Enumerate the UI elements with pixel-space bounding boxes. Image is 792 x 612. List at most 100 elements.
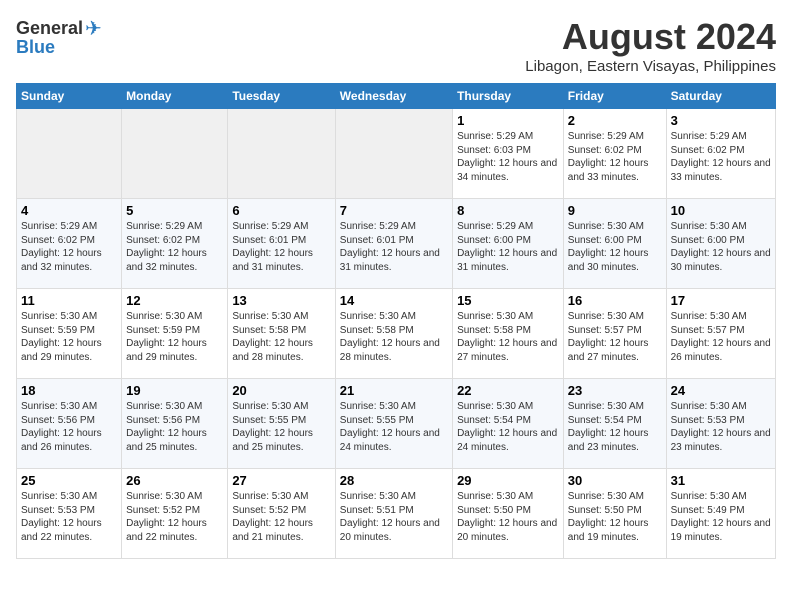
day-number: 9 xyxy=(568,203,662,218)
day-details: Sunrise: 5:30 AMSunset: 5:50 PMDaylight:… xyxy=(457,490,559,544)
day-number: 4 xyxy=(21,203,117,218)
day-details: Sunrise: 5:29 AMSunset: 6:00 PMDaylight:… xyxy=(457,220,559,274)
day-number: 26 xyxy=(126,473,223,488)
day-details: Sunrise: 5:29 AMSunset: 6:02 PMDaylight:… xyxy=(568,130,662,184)
calendar-cell: 16 Sunrise: 5:30 AMSunset: 5:57 PMDayligh… xyxy=(563,289,666,379)
calendar-table: SundayMondayTuesdayWednesdayThursdayFrid… xyxy=(16,83,776,559)
day-details: Sunrise: 5:30 AMSunset: 5:58 PMDaylight:… xyxy=(340,310,448,364)
day-number: 24 xyxy=(671,383,771,398)
calendar-week: 18 Sunrise: 5:30 AMSunset: 5:56 PMDayligh… xyxy=(17,379,776,469)
header-day: Sunday xyxy=(17,84,122,109)
calendar-cell xyxy=(17,109,122,199)
day-number: 3 xyxy=(671,113,771,128)
calendar-cell: 24 Sunrise: 5:30 AMSunset: 5:53 PMDayligh… xyxy=(666,379,775,469)
calendar-cell xyxy=(122,109,228,199)
calendar-cell: 11 Sunrise: 5:30 AMSunset: 5:59 PMDayligh… xyxy=(17,289,122,379)
day-details: Sunrise: 5:30 AMSunset: 5:54 PMDaylight:… xyxy=(457,400,559,454)
header: General ✈ Blue August 2024 Libagon, East… xyxy=(16,16,776,75)
day-details: Sunrise: 5:30 AMSunset: 5:58 PMDaylight:… xyxy=(232,310,330,364)
day-details: Sunrise: 5:30 AMSunset: 5:55 PMDaylight:… xyxy=(232,400,330,454)
calendar-cell: 9 Sunrise: 5:30 AMSunset: 6:00 PMDaylight… xyxy=(563,199,666,289)
day-details: Sunrise: 5:29 AMSunset: 6:02 PMDaylight:… xyxy=(21,220,117,274)
calendar-cell: 27Sunrise: 5:30 AMSunset: 5:52 PMDayligh… xyxy=(228,469,335,559)
header-day: Wednesday xyxy=(335,84,452,109)
calendar-cell: 3Sunrise: 5:29 AMSunset: 6:02 PMDaylight… xyxy=(666,109,775,199)
day-details: Sunrise: 5:30 AMSunset: 5:53 PMDaylight:… xyxy=(671,400,771,454)
day-number: 19 xyxy=(126,383,223,398)
calendar-cell: 4 Sunrise: 5:29 AMSunset: 6:02 PMDaylight… xyxy=(17,199,122,289)
calendar-cell: 22 Sunrise: 5:30 AMSunset: 5:54 PMDayligh… xyxy=(453,379,564,469)
day-number: 2 xyxy=(568,113,662,128)
calendar-cell: 28 Sunrise: 5:30 AMSunset: 5:51 PMDayligh… xyxy=(335,469,452,559)
calendar-cell: 30Sunrise: 5:30 AMSunset: 5:50 PMDayligh… xyxy=(563,469,666,559)
day-details: Sunrise: 5:30 AMSunset: 5:49 PMDaylight:… xyxy=(671,490,771,544)
calendar-cell: 5 Sunrise: 5:29 AMSunset: 6:02 PMDaylight… xyxy=(122,199,228,289)
header-day: Thursday xyxy=(453,84,564,109)
day-number: 8 xyxy=(457,203,559,218)
day-number: 30 xyxy=(568,473,662,488)
day-details: Sunrise: 5:30 AMSunset: 5:56 PMDaylight:… xyxy=(126,400,223,454)
title-section: August 2024 Libagon, Eastern Visayas, Ph… xyxy=(525,16,776,75)
day-details: Sunrise: 5:30 AMSunset: 5:54 PMDaylight:… xyxy=(568,400,662,454)
calendar-cell: 25 Sunrise: 5:30 AMSunset: 5:53 PMDayligh… xyxy=(17,469,122,559)
header-day: Saturday xyxy=(666,84,775,109)
day-details: Sunrise: 5:30 AMSunset: 5:57 PMDaylight:… xyxy=(568,310,662,364)
day-number: 10 xyxy=(671,203,771,218)
day-number: 12 xyxy=(126,293,223,308)
day-number: 31 xyxy=(671,473,771,488)
day-number: 23 xyxy=(568,383,662,398)
day-details: Sunrise: 5:30 AMSunset: 5:51 PMDaylight:… xyxy=(340,490,448,544)
calendar-cell: 23 Sunrise: 5:30 AMSunset: 5:54 PMDayligh… xyxy=(563,379,666,469)
calendar-week: 4 Sunrise: 5:29 AMSunset: 6:02 PMDaylight… xyxy=(17,199,776,289)
calendar-cell: 2 Sunrise: 5:29 AMSunset: 6:02 PMDaylight… xyxy=(563,109,666,199)
day-number: 5 xyxy=(126,203,223,218)
logo-general: General xyxy=(16,18,83,39)
day-details: Sunrise: 5:30 AMSunset: 6:00 PMDaylight:… xyxy=(671,220,771,274)
header-day: Friday xyxy=(563,84,666,109)
calendar-cell: 20Sunrise: 5:30 AMSunset: 5:55 PMDayligh… xyxy=(228,379,335,469)
calendar-cell: 17Sunrise: 5:30 AMSunset: 5:57 PMDayligh… xyxy=(666,289,775,379)
logo-bird-icon: ✈ xyxy=(85,16,102,41)
calendar-cell: 6Sunrise: 5:29 AMSunset: 6:01 PMDaylight… xyxy=(228,199,335,289)
day-details: Sunrise: 5:30 AMSunset: 6:00 PMDaylight:… xyxy=(568,220,662,274)
day-details: Sunrise: 5:29 AMSunset: 6:02 PMDaylight:… xyxy=(126,220,223,274)
calendar-title: August 2024 xyxy=(525,16,776,58)
logo: General ✈ Blue xyxy=(16,16,102,58)
day-details: Sunrise: 5:30 AMSunset: 5:59 PMDaylight:… xyxy=(21,310,117,364)
calendar-cell: 26 Sunrise: 5:30 AMSunset: 5:52 PMDayligh… xyxy=(122,469,228,559)
day-number: 22 xyxy=(457,383,559,398)
calendar-subtitle: Libagon, Eastern Visayas, Philippines xyxy=(525,58,776,75)
day-number: 11 xyxy=(21,293,117,308)
calendar-week: 11 Sunrise: 5:30 AMSunset: 5:59 PMDayligh… xyxy=(17,289,776,379)
day-number: 25 xyxy=(21,473,117,488)
day-details: Sunrise: 5:30 AMSunset: 5:58 PMDaylight:… xyxy=(457,310,559,364)
calendar-cell: 8 Sunrise: 5:29 AMSunset: 6:00 PMDaylight… xyxy=(453,199,564,289)
day-number: 14 xyxy=(340,293,448,308)
day-number: 15 xyxy=(457,293,559,308)
calendar-cell: 31 Sunrise: 5:30 AMSunset: 5:49 PMDayligh… xyxy=(666,469,775,559)
day-number: 6 xyxy=(232,203,330,218)
day-details: Sunrise: 5:30 AMSunset: 5:53 PMDaylight:… xyxy=(21,490,117,544)
calendar-cell: 18 Sunrise: 5:30 AMSunset: 5:56 PMDayligh… xyxy=(17,379,122,469)
day-number: 7 xyxy=(340,203,448,218)
day-details: Sunrise: 5:30 AMSunset: 5:56 PMDaylight:… xyxy=(21,400,117,454)
calendar-week: 1 Sunrise: 5:29 AMSunset: 6:03 PMDaylight… xyxy=(17,109,776,199)
header-day: Monday xyxy=(122,84,228,109)
day-number: 28 xyxy=(340,473,448,488)
calendar-cell: 10 Sunrise: 5:30 AMSunset: 6:00 PMDayligh… xyxy=(666,199,775,289)
day-details: Sunrise: 5:30 AMSunset: 5:52 PMDaylight:… xyxy=(126,490,223,544)
header-day: Tuesday xyxy=(228,84,335,109)
day-details: Sunrise: 5:29 AMSunset: 6:03 PMDaylight:… xyxy=(457,130,559,184)
day-number: 29 xyxy=(457,473,559,488)
calendar-cell xyxy=(335,109,452,199)
day-details: Sunrise: 5:30 AMSunset: 5:57 PMDaylight:… xyxy=(671,310,771,364)
day-number: 16 xyxy=(568,293,662,308)
day-number: 18 xyxy=(21,383,117,398)
day-number: 1 xyxy=(457,113,559,128)
calendar-cell: 12Sunrise: 5:30 AMSunset: 5:59 PMDayligh… xyxy=(122,289,228,379)
header-row: SundayMondayTuesdayWednesdayThursdayFrid… xyxy=(17,84,776,109)
calendar-cell: 14 Sunrise: 5:30 AMSunset: 5:58 PMDayligh… xyxy=(335,289,452,379)
calendar-cell: 29 Sunrise: 5:30 AMSunset: 5:50 PMDayligh… xyxy=(453,469,564,559)
day-details: Sunrise: 5:29 AMSunset: 6:01 PMDaylight:… xyxy=(340,220,448,274)
day-number: 21 xyxy=(340,383,448,398)
